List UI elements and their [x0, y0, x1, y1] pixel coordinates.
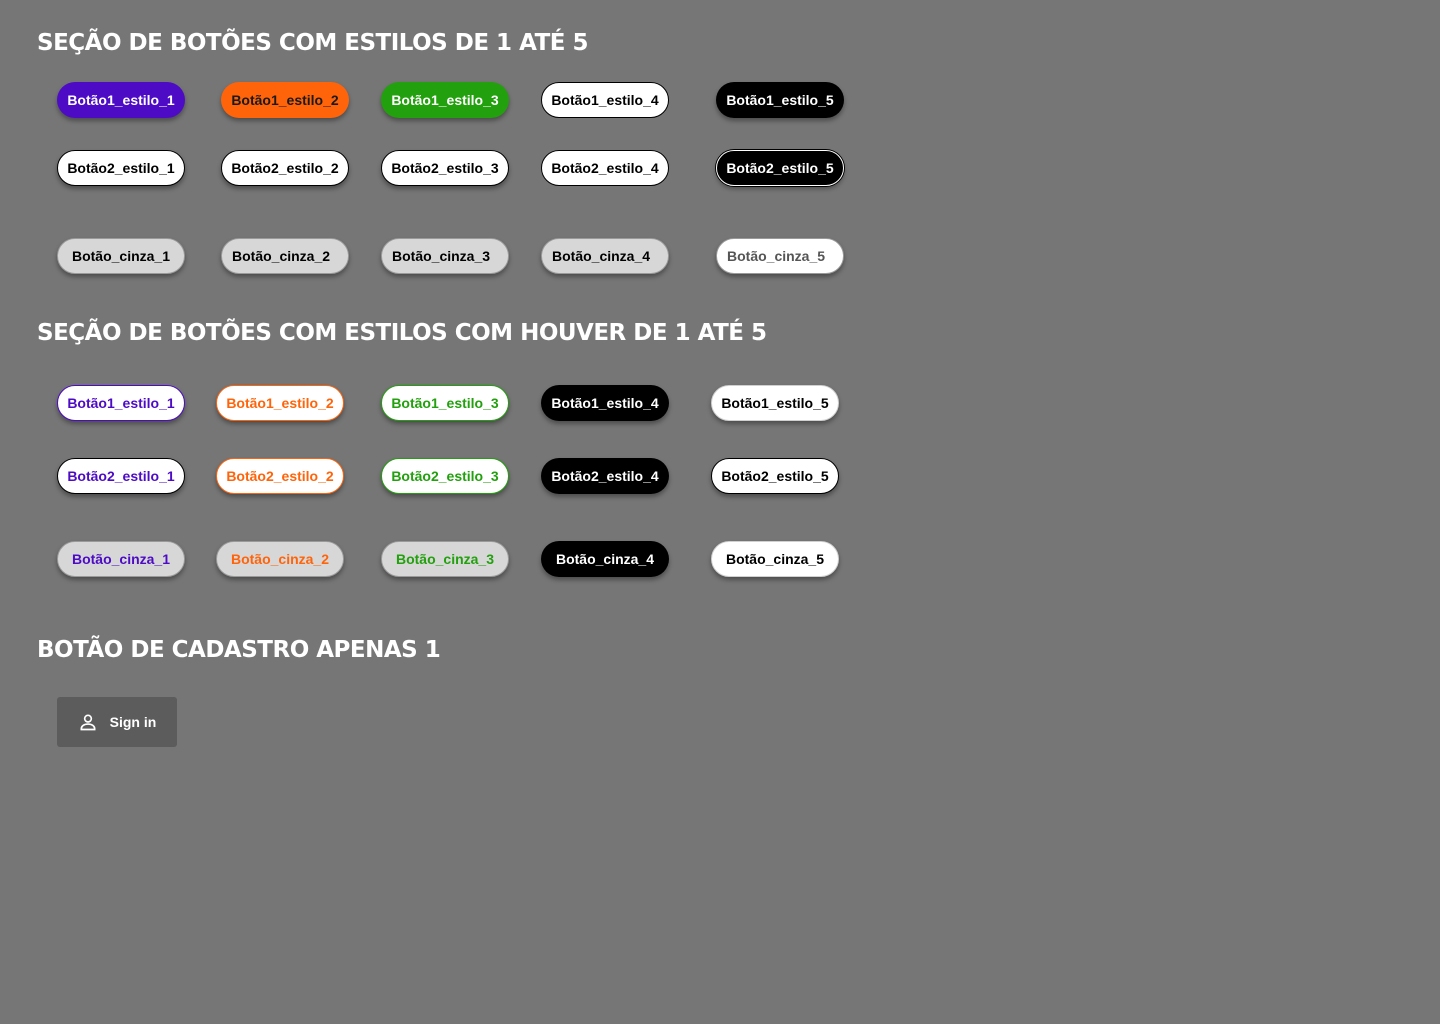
button-label: Botão_cinza_1: [71, 248, 171, 264]
button-gray-4[interactable]: Botão_cinza_4: [541, 238, 669, 274]
button-label: Botão2_estilo_2: [231, 160, 339, 176]
hover-button2-style3[interactable]: Botão2_estilo_3: [381, 458, 509, 494]
button1-style5[interactable]: Botão1_estilo_5: [716, 82, 844, 118]
section-title-signup: Botão de cadastro apenas 1: [37, 637, 441, 663]
button-label: Botão_cinza_4: [555, 551, 655, 567]
button-label: Botão1_estilo_5: [726, 92, 834, 108]
button-label: Botão1_estilo_4: [551, 395, 659, 411]
hover-button1-style2[interactable]: Botão1_estilo_2: [216, 385, 344, 421]
section-title-styles: Seção de botões com estilos de 1 até 5: [37, 30, 589, 56]
button1-style1[interactable]: Botão1_estilo_1: [57, 82, 185, 118]
button-label: Botão_cinza_4: [552, 248, 651, 264]
button-gray-5[interactable]: Botão_cinza_5: [716, 238, 844, 274]
person-icon: [78, 712, 98, 732]
hover-button2-style5[interactable]: Botão2_estilo_5: [711, 458, 839, 494]
button-label: Botão_cinza_3: [392, 248, 491, 264]
button-label: Botão2_estilo_3: [391, 468, 499, 484]
button-label: Botão_cinza_2: [232, 248, 331, 264]
button-label: Botão_cinza_5: [727, 248, 826, 264]
hover-button1-style5[interactable]: Botão1_estilo_5: [711, 385, 839, 421]
button-label: Botão2_estilo_4: [551, 160, 659, 176]
button2-style4[interactable]: Botão2_estilo_4: [541, 150, 669, 186]
button-label: Botão2_estilo_5: [726, 160, 834, 176]
section-title-hover-styles: Seção de botões com estilos com houver d…: [37, 320, 767, 346]
hover-button1-style1[interactable]: Botão1_estilo_1: [57, 385, 185, 421]
hover-button2-style4[interactable]: Botão2_estilo_4: [541, 458, 669, 494]
button1-style2[interactable]: Botão1_estilo_2: [221, 82, 349, 118]
button-label: Botão2_estilo_1: [67, 468, 175, 484]
button-label: Botão_cinza_3: [395, 551, 495, 567]
button1-style4[interactable]: Botão1_estilo_4: [541, 82, 669, 118]
button-label: Botão2_estilo_3: [391, 160, 499, 176]
button-label: Botão2_estilo_2: [226, 468, 334, 484]
button-label: Botão1_estilo_5: [721, 395, 829, 411]
button-gray-1[interactable]: Botão_cinza_1: [57, 238, 185, 274]
button-label: Botão1_estilo_1: [67, 92, 175, 108]
button-label: Botão1_estilo_2: [231, 92, 339, 108]
button-label: Botão2_estilo_1: [67, 160, 175, 176]
hover-button-gray-3[interactable]: Botão_cinza_3: [381, 541, 509, 577]
button-label: Botão2_estilo_5: [721, 468, 829, 484]
button-label: Botão_cinza_2: [230, 551, 330, 567]
hover-button-gray-1[interactable]: Botão_cinza_1: [57, 541, 185, 577]
button2-style1[interactable]: Botão2_estilo_1: [57, 150, 185, 186]
button-label: Botão_cinza_5: [725, 551, 825, 567]
button2-style2[interactable]: Botão2_estilo_2: [221, 150, 349, 186]
button-label: Botão1_estilo_2: [226, 395, 334, 411]
button1-style3[interactable]: Botão1_estilo_3: [381, 82, 509, 118]
hover-button1-style4[interactable]: Botão1_estilo_4: [541, 385, 669, 421]
sign-in-button[interactable]: Sign in: [57, 697, 177, 747]
hover-button1-style3[interactable]: Botão1_estilo_3: [381, 385, 509, 421]
button-label: Botão1_estilo_3: [391, 92, 499, 108]
button-gray-3[interactable]: Botão_cinza_3: [381, 238, 509, 274]
hover-button-gray-2[interactable]: Botão_cinza_2: [216, 541, 344, 577]
button-label: Botão1_estilo_3: [391, 395, 499, 411]
button-label: Botão2_estilo_4: [551, 468, 659, 484]
button-label: Botão1_estilo_1: [67, 395, 175, 411]
button-label: Botão1_estilo_4: [551, 92, 659, 108]
button2-style5[interactable]: Botão2_estilo_5: [716, 150, 844, 186]
button-label: Botão_cinza_1: [71, 551, 171, 567]
hover-button2-style1[interactable]: Botão2_estilo_1: [57, 458, 185, 494]
button-gray-2[interactable]: Botão_cinza_2: [221, 238, 349, 274]
hover-button2-style2[interactable]: Botão2_estilo_2: [216, 458, 344, 494]
button2-style3[interactable]: Botão2_estilo_3: [381, 150, 509, 186]
hover-button-gray-4[interactable]: Botão_cinza_4: [541, 541, 669, 577]
sign-in-label: Sign in: [109, 714, 157, 730]
hover-button-gray-5[interactable]: Botão_cinza_5: [711, 541, 839, 577]
